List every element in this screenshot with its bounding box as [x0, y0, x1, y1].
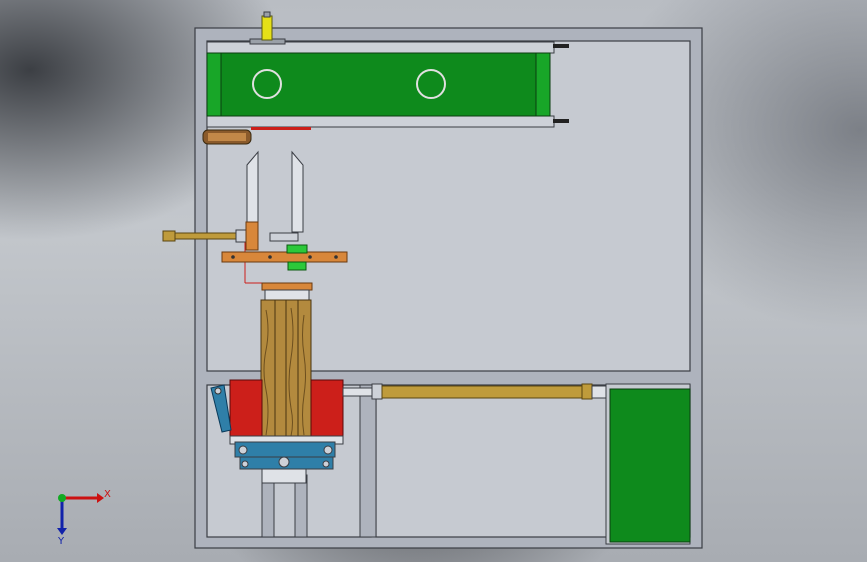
right-push-rod [342, 383, 608, 400]
coordinate-triad: X Y [57, 489, 111, 547]
cad-viewport[interactable]: X Y [0, 0, 867, 562]
triad-origin-icon [58, 494, 66, 502]
clamp-plate [261, 282, 313, 301]
top-beam-assembly [206, 41, 569, 128]
assembly-drawing: X Y [57, 11, 703, 549]
triad-x-label: X [104, 489, 111, 500]
green-cabinet [605, 383, 691, 545]
wood-stack [260, 299, 312, 439]
triad-y-label: Y [57, 536, 65, 547]
